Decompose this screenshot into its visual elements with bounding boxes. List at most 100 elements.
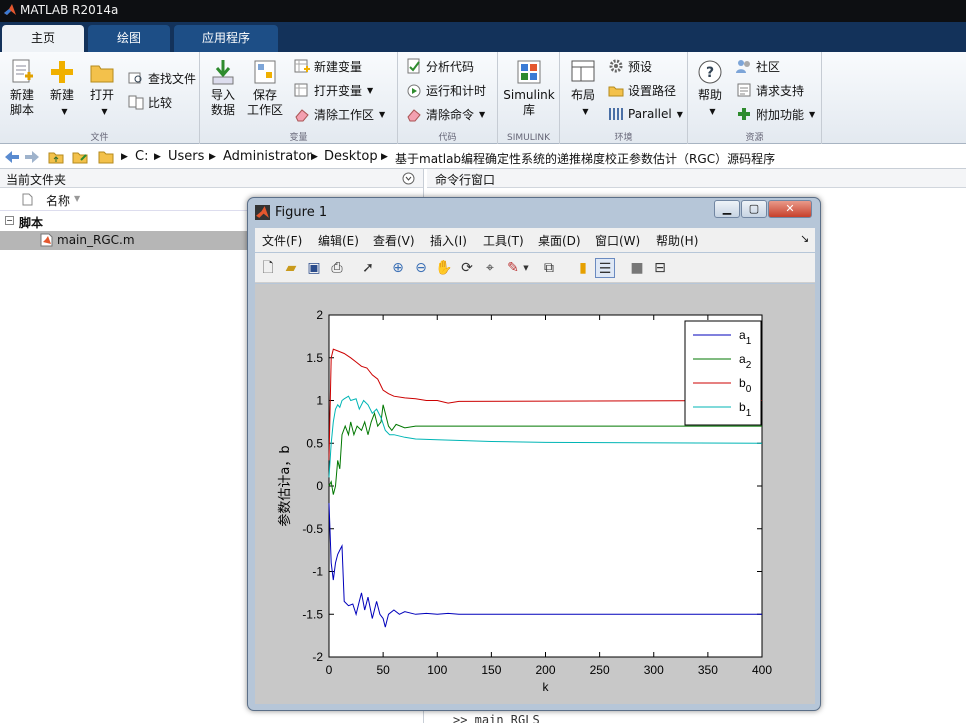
breadcrumb-desktop[interactable]: Desktop: [324, 149, 378, 164]
folder-open-icon: [90, 65, 114, 83]
clear-commands-button[interactable]: 清除命令 ▼: [406, 104, 485, 124]
address-bar: ▶ C: ▶ Users ▶ Administrator ▶ Desktop ▶…: [0, 144, 966, 169]
community-icon: [736, 60, 750, 73]
command-line: >> main_RGLS: [453, 713, 540, 723]
set-path-button[interactable]: 设置路径: [608, 80, 676, 100]
y-tick-label: 2: [316, 308, 323, 322]
x-tick-label: 100: [427, 663, 447, 677]
community-label: 社区: [756, 59, 781, 74]
y-tick-label: -1: [312, 565, 323, 579]
simulink-library-button[interactable]: Simulink 库: [502, 58, 556, 118]
panel-menu-icon[interactable]: [402, 172, 415, 185]
new-script-button[interactable]: 新建 脚本: [4, 58, 40, 118]
section-variable-label: 变量: [289, 133, 308, 143]
plot-area: 0 50 100 150 200 250 300 350 400 -2 -1.5 -1 -0.5 0 0.5…: [277, 308, 772, 694]
menu-window[interactable]: 窗口(W): [595, 232, 640, 249]
menu-insert[interactable]: 插入(I): [430, 232, 467, 249]
minimize-button[interactable]: ▁: [714, 200, 740, 218]
zoom-in-icon[interactable]: ⊕: [388, 258, 408, 278]
figure-title: Figure 1: [275, 205, 328, 220]
select-arrow-icon[interactable]: ➚: [358, 258, 378, 278]
menu-desktop[interactable]: 桌面(D): [538, 232, 581, 249]
tab-home[interactable]: 主页: [2, 25, 84, 52]
data-cursor-icon[interactable]: ⌖: [480, 258, 500, 278]
collapse-icon[interactable]: −: [5, 216, 14, 225]
open-variable-button[interactable]: 打开变量 ▼: [294, 80, 373, 100]
compare-icon: [128, 95, 144, 110]
matlab-logo-icon: [255, 205, 270, 220]
tab-apps[interactable]: 应用程序: [174, 25, 278, 52]
print-icon[interactable]: ⎙: [327, 258, 347, 278]
breadcrumb-separator: ▶: [121, 152, 128, 162]
dock-arrow-icon[interactable]: ↘: [800, 232, 809, 245]
browse-folder-icon[interactable]: [72, 150, 88, 164]
layout-button[interactable]: 布局 ▼: [566, 58, 600, 119]
menu-edit[interactable]: 编辑(E): [318, 232, 359, 249]
forward-arrow-icon[interactable]: [24, 150, 40, 164]
chevron-down-icon[interactable]: ▼: [521, 258, 531, 278]
analyze-code-button[interactable]: 分析代码: [406, 56, 474, 76]
breadcrumb-administrator[interactable]: Administrator: [223, 149, 312, 164]
menu-file[interactable]: 文件(F): [262, 232, 302, 249]
community-button[interactable]: 社区: [736, 56, 780, 76]
menu-help[interactable]: 帮助(H): [656, 232, 698, 249]
zoom-out-icon[interactable]: ⊖: [411, 258, 431, 278]
y-tick-label: 0: [316, 479, 323, 493]
clear-workspace-button[interactable]: 清除工作区 ▼: [294, 104, 385, 124]
sort-arrow-icon: ▼: [74, 194, 81, 203]
breadcrumb-separator: ▶: [154, 152, 161, 162]
figure-window[interactable]: Figure 1 ▁ ▢ ✕ 文件(F) 编辑(E) 查看(V) 插入(I) 工…: [247, 197, 821, 711]
section-file: 新建 脚本 新建 ▼ 打开 ▼ 查找文件 比较 文件: [0, 52, 200, 144]
new-variable-label: 新建变量: [314, 59, 363, 74]
close-button[interactable]: ✕: [768, 200, 812, 218]
help-button[interactable]: ? 帮助 ▼: [694, 58, 726, 119]
app-title: MATLAB R2014a: [20, 3, 119, 17]
preferences-button[interactable]: 预设: [608, 56, 652, 76]
new-figure-icon[interactable]: 🗋: [258, 258, 278, 278]
import-data-button[interactable]: 导入 数据: [206, 58, 240, 118]
breadcrumb-users[interactable]: Users: [168, 149, 204, 164]
link-plot-icon[interactable]: ⧉: [539, 258, 559, 278]
parallel-button[interactable]: Parallel ▼: [608, 104, 683, 124]
figure-menubar: 文件(F) 编辑(E) 查看(V) 插入(I) 工具(T) 桌面(D) 窗口(W…: [255, 228, 815, 252]
parallel-icon: [609, 108, 623, 120]
hide-plot-tools-icon[interactable]: ■: [627, 258, 647, 278]
chevron-down-icon: ▼: [582, 107, 589, 116]
breadcrumb-c[interactable]: C:: [135, 149, 148, 164]
compare-button[interactable]: 比较: [128, 92, 172, 112]
show-plot-tools-icon[interactable]: ⊟: [650, 258, 670, 278]
y-tick-label: 0.5: [306, 436, 323, 450]
brush-icon[interactable]: ✎: [503, 258, 523, 278]
menu-view[interactable]: 查看(V): [373, 232, 415, 249]
up-folder-icon[interactable]: [48, 150, 64, 164]
find-files-button[interactable]: 查找文件: [128, 68, 196, 88]
open-button[interactable]: 打开 ▼: [86, 58, 118, 119]
legend-icon[interactable]: ☰: [595, 258, 615, 278]
pan-hand-icon[interactable]: ✋: [434, 258, 454, 278]
y-tick-label: -2: [312, 650, 323, 664]
new-button[interactable]: 新建 ▼: [46, 58, 78, 119]
menu-tools[interactable]: 工具(T): [483, 232, 524, 249]
run-and-time-button[interactable]: 运行和计时: [406, 80, 486, 100]
chevron-down-icon: ▼: [379, 109, 386, 119]
layout-icon: [571, 60, 595, 82]
rotate-3d-icon[interactable]: ⟳: [457, 258, 477, 278]
section-code: 分析代码 运行和计时 清除命令 ▼ 代码: [398, 52, 498, 144]
section-resources-label: 资源: [745, 133, 764, 143]
open-file-icon[interactable]: ▰: [281, 258, 301, 278]
request-support-button[interactable]: 请求支持: [736, 80, 804, 100]
x-tick-label: 200: [535, 663, 555, 677]
save-icon[interactable]: ▣: [304, 258, 324, 278]
tab-plots[interactable]: 绘图: [88, 25, 170, 52]
new-variable-button[interactable]: 新建变量: [294, 56, 362, 76]
colorbar-icon[interactable]: ▮: [573, 258, 593, 278]
y-tick-label: -1.5: [302, 607, 323, 621]
gear-icon: [609, 59, 623, 73]
breadcrumb-project-folder[interactable]: 基于matlab编程确定性系统的递推梯度校正参数估计（RGC）源码程序: [395, 150, 775, 167]
new-script-icon: [12, 59, 33, 83]
column-name[interactable]: 名称: [46, 192, 70, 209]
back-arrow-icon[interactable]: [4, 150, 20, 164]
add-ons-button[interactable]: 附加功能 ▼: [736, 104, 815, 124]
save-workspace-button[interactable]: 保存 工作区: [244, 58, 286, 118]
maximize-button[interactable]: ▢: [741, 200, 767, 218]
